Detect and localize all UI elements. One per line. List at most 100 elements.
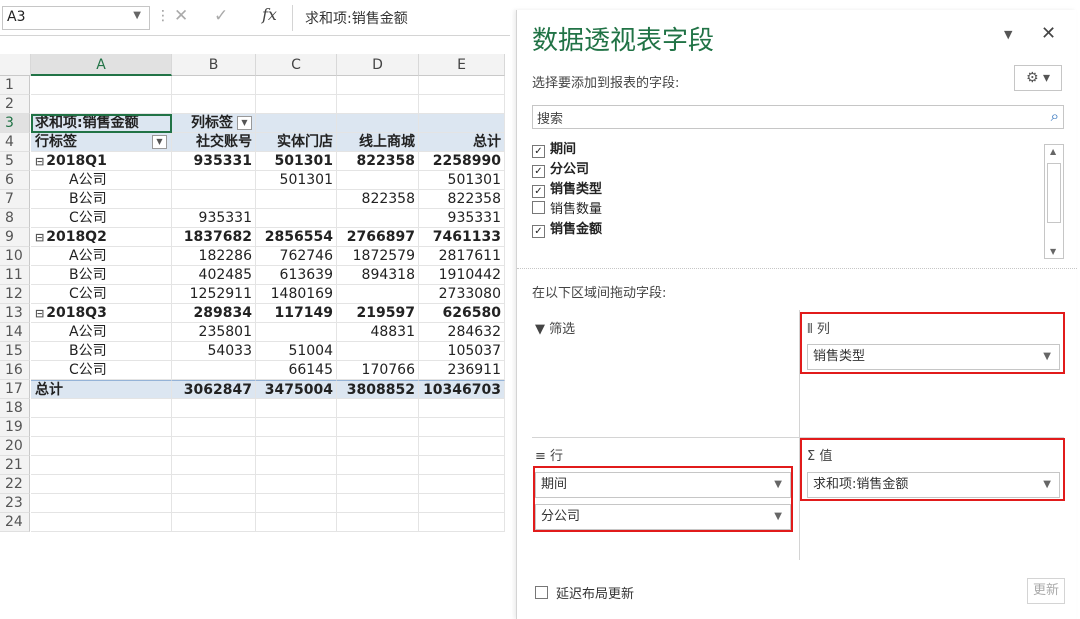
field-search-input[interactable]: 搜索 ⌕ <box>532 105 1064 129</box>
cell-a1[interactable] <box>31 76 172 95</box>
cell-b15[interactable]: 54033 <box>172 342 256 361</box>
cell-a19[interactable] <box>31 418 172 437</box>
row-header[interactable]: 10 <box>0 247 30 266</box>
cell-e7[interactable]: 822358 <box>419 190 505 209</box>
column-header-b[interactable]: B <box>172 54 256 76</box>
cell-c23[interactable] <box>256 494 337 513</box>
cell-c18[interactable] <box>256 399 337 418</box>
checkbox-checked-icon[interactable]: ✓ <box>532 145 545 158</box>
cell-d14[interactable]: 48831 <box>337 323 419 342</box>
row-header[interactable]: 3 <box>0 114 30 133</box>
row-header[interactable]: 2 <box>0 95 30 114</box>
cell-d23[interactable] <box>337 494 419 513</box>
cell-a22[interactable] <box>31 475 172 494</box>
cell-e1[interactable] <box>419 76 505 95</box>
cell-b22[interactable] <box>172 475 256 494</box>
cell-b4[interactable]: 社交账号 <box>172 133 256 152</box>
cell-e3[interactable] <box>419 114 505 133</box>
collapse-icon[interactable]: ⊟ <box>35 307 44 320</box>
row-header[interactable]: 15 <box>0 342 30 361</box>
cell-e18[interactable] <box>419 399 505 418</box>
cell-e5[interactable]: 2258990 <box>419 152 505 171</box>
row-header[interactable]: 11 <box>0 266 30 285</box>
cell-d5[interactable]: 822358 <box>337 152 419 171</box>
cell-d9[interactable]: 2766897 <box>337 228 419 247</box>
field-item[interactable]: ✓ 销售类型 <box>532 180 1064 200</box>
cell-b13[interactable]: 289834 <box>172 304 256 323</box>
cell-b1[interactable] <box>172 76 256 95</box>
cell-e12[interactable]: 2733080 <box>419 285 505 304</box>
cell-d19[interactable] <box>337 418 419 437</box>
cell-e8[interactable]: 935331 <box>419 209 505 228</box>
cell-d13[interactable]: 219597 <box>337 304 419 323</box>
cell-d22[interactable] <box>337 475 419 494</box>
row-header[interactable]: 4 <box>0 133 30 152</box>
cell-a3[interactable]: 求和项:销售金额 <box>31 114 172 133</box>
filter-dropdown-icon[interactable]: ▼ <box>152 135 167 149</box>
cell-e9[interactable]: 7461133 <box>419 228 505 247</box>
cell-c16[interactable]: 66145 <box>256 361 337 380</box>
cell-b5[interactable]: 935331 <box>172 152 256 171</box>
cell-c6[interactable]: 501301 <box>256 171 337 190</box>
cell-e20[interactable] <box>419 437 505 456</box>
cell-a5[interactable]: ⊟ 2018Q1 <box>31 152 172 171</box>
cell-b2[interactable] <box>172 95 256 114</box>
cell-a9[interactable]: ⊟ 2018Q2 <box>31 228 172 247</box>
cell-e13[interactable]: 626580 <box>419 304 505 323</box>
row-header[interactable]: 8 <box>0 209 30 228</box>
row-header[interactable]: 7 <box>0 190 30 209</box>
cell-b6[interactable] <box>172 171 256 190</box>
cell-e2[interactable] <box>419 95 505 114</box>
row-header[interactable]: 18 <box>0 399 30 418</box>
cell-e21[interactable] <box>419 456 505 475</box>
checkbox-checked-icon[interactable]: ✓ <box>532 225 545 238</box>
cell-d16[interactable]: 170766 <box>337 361 419 380</box>
cell-e16[interactable]: 236911 <box>419 361 505 380</box>
cell-a21[interactable] <box>31 456 172 475</box>
cell-e11[interactable]: 1910442 <box>419 266 505 285</box>
row-header[interactable]: 5 <box>0 152 30 171</box>
cell-c7[interactable] <box>256 190 337 209</box>
cell-c12[interactable]: 1480169 <box>256 285 337 304</box>
column-header-e[interactable]: E <box>419 54 505 76</box>
field-item[interactable]: ✓ 分公司 <box>532 160 1064 180</box>
cell-b18[interactable] <box>172 399 256 418</box>
row-header[interactable]: 1 <box>0 76 30 95</box>
cell-a16[interactable]: C公司 <box>31 361 172 380</box>
cell-e15[interactable]: 105037 <box>419 342 505 361</box>
cell-a24[interactable] <box>31 513 172 532</box>
pane-options-dropdown-icon[interactable]: ▼ <box>1004 28 1012 41</box>
filter-dropdown-icon[interactable]: ▼ <box>237 116 252 130</box>
field-item[interactable]: 销售数量 <box>532 200 1064 220</box>
cell-c9[interactable]: 2856554 <box>256 228 337 247</box>
cell-a11[interactable]: B公司 <box>31 266 172 285</box>
row-header[interactable]: 6 <box>0 171 30 190</box>
cell-a15[interactable]: B公司 <box>31 342 172 361</box>
cell-e10[interactable]: 2817611 <box>419 247 505 266</box>
checkbox-unchecked-icon[interactable] <box>532 201 545 214</box>
row-header[interactable]: 21 <box>0 456 30 475</box>
name-box[interactable]: A3 ▼ <box>2 6 150 30</box>
cell-c17[interactable]: 3475004 <box>256 380 337 399</box>
cell-d18[interactable] <box>337 399 419 418</box>
cell-a8[interactable]: C公司 <box>31 209 172 228</box>
column-header-c[interactable]: C <box>256 54 337 76</box>
field-item[interactable]: ✓ 期间 <box>532 140 1064 160</box>
field-item[interactable]: ✓ 销售金额 <box>532 220 1064 240</box>
cell-c13[interactable]: 117149 <box>256 304 337 323</box>
cell-c1[interactable] <box>256 76 337 95</box>
cell-c14[interactable] <box>256 323 337 342</box>
cell-b17[interactable]: 3062847 <box>172 380 256 399</box>
row-header[interactable]: 20 <box>0 437 30 456</box>
insert-function-icon[interactable]: fx <box>262 5 277 24</box>
column-header-d[interactable]: D <box>337 54 419 76</box>
row-header[interactable]: 13 <box>0 304 30 323</box>
cell-b9[interactable]: 1837682 <box>172 228 256 247</box>
cell-b20[interactable] <box>172 437 256 456</box>
cell-d4[interactable]: 线上商城 <box>337 133 419 152</box>
select-all-corner[interactable] <box>0 54 31 76</box>
cell-d7[interactable]: 822358 <box>337 190 419 209</box>
cell-d15[interactable] <box>337 342 419 361</box>
cell-d21[interactable] <box>337 456 419 475</box>
row-header[interactable]: 16 <box>0 361 30 380</box>
